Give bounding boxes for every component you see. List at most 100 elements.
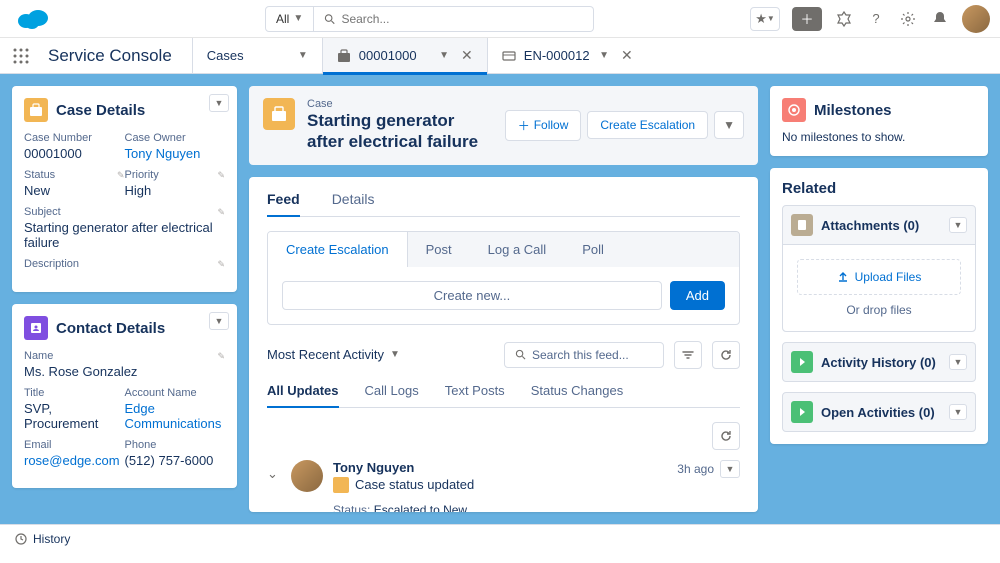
tab-details[interactable]: Details xyxy=(332,191,375,216)
contact-name-value: Ms. Rose Gonzalez xyxy=(24,364,225,379)
filter-text-posts[interactable]: Text Posts xyxy=(445,383,505,407)
close-tab-icon[interactable]: ✕ xyxy=(461,47,473,64)
setup-gear-icon[interactable] xyxy=(834,9,854,29)
composer-tab-create-escalation[interactable]: Create Escalation xyxy=(268,232,408,267)
chevron-down-icon[interactable]: ▼ xyxy=(439,50,449,61)
notifications-icon[interactable] xyxy=(930,9,950,29)
case-icon xyxy=(24,98,48,122)
feed-sort-dropdown[interactable]: Most Recent Activity▼ xyxy=(267,347,400,362)
filter-status-changes[interactable]: Status Changes xyxy=(531,383,624,407)
record-header: Case Starting generator after electrical… xyxy=(249,86,758,165)
search-input[interactable] xyxy=(341,12,583,26)
composer-tab-poll[interactable]: Poll xyxy=(564,232,622,267)
feed-composer: Create Escalation Post Log a Call Poll C… xyxy=(267,231,740,325)
search-scope-dropdown[interactable]: All▼ xyxy=(265,6,314,32)
composer-tab-post[interactable]: Post xyxy=(408,232,470,267)
edit-pencil-icon[interactable]: ✎ xyxy=(217,259,225,270)
settings-icon[interactable] xyxy=(898,9,918,29)
status-change-value: Escalated to New xyxy=(374,503,467,513)
tab-case-00001000[interactable]: 00001000 ▼ ✕ xyxy=(322,38,487,74)
field-label: Phone xyxy=(125,439,226,451)
history-button[interactable]: History xyxy=(33,532,70,546)
search-icon xyxy=(324,13,335,25)
field-label: Account Name xyxy=(125,387,226,399)
help-icon[interactable]: ? xyxy=(866,9,886,29)
attachments-menu[interactable]: ▼ xyxy=(949,217,967,233)
edit-pencil-icon[interactable]: ✎ xyxy=(217,351,225,362)
close-tab-icon[interactable]: ✕ xyxy=(621,47,633,64)
priority-value: High xyxy=(125,183,226,198)
composer-input[interactable]: Create new... xyxy=(282,281,662,310)
tab-feed[interactable]: Feed xyxy=(267,191,300,217)
contact-details-card: ▼ Contact Details Name✎ Ms. Rose Gonzale… xyxy=(12,304,237,488)
subject-value: Starting generator after electrical fail… xyxy=(24,220,225,250)
add-button[interactable]: Add xyxy=(670,281,725,310)
follow-button[interactable]: ＋Follow xyxy=(505,110,582,141)
field-label: Subject✎ xyxy=(24,206,225,218)
record-type-label: Case xyxy=(307,98,493,110)
author-avatar[interactable] xyxy=(291,460,323,492)
drop-hint-text: Or drop files xyxy=(797,303,961,317)
email-link[interactable]: rose@edge.com xyxy=(24,453,125,468)
card-menu-dropdown[interactable]: ▼ xyxy=(209,94,229,112)
case-icon xyxy=(333,477,349,493)
chevron-down-icon[interactable]: ▼ xyxy=(298,50,308,61)
global-header: All▼ ★▼ ＋ ? xyxy=(0,0,1000,38)
feed-refresh-button[interactable] xyxy=(712,341,740,369)
chevron-down-icon[interactable]: ▼ xyxy=(599,50,609,61)
edit-pencil-icon[interactable]: ✎ xyxy=(217,207,225,218)
app-launcher-icon[interactable] xyxy=(12,47,36,65)
tab-entitlement[interactable]: EN-000012 ▼ ✕ xyxy=(487,38,647,74)
card-title: Case Details xyxy=(56,102,145,119)
record-actions-dropdown[interactable]: ▼ xyxy=(714,111,744,139)
feed-timestamp: 3h ago xyxy=(677,462,714,476)
feed-item-menu[interactable]: ▼ xyxy=(720,460,740,478)
open-activities-menu[interactable]: ▼ xyxy=(949,404,967,420)
feed-filter-tabs: All Updates Call Logs Text Posts Status … xyxy=(267,383,740,408)
global-search[interactable] xyxy=(314,6,594,32)
card-menu-dropdown[interactable]: ▼ xyxy=(209,312,229,330)
workspace: ▼ Case Details Case Number 00001000 Case… xyxy=(0,74,1000,524)
create-escalation-button[interactable]: Create Escalation xyxy=(587,111,708,139)
tab-cases[interactable]: Cases ▼ xyxy=(192,38,322,74)
open-activities-title[interactable]: Open Activities (0) xyxy=(821,405,935,420)
phone-value: (512) 757-6000 xyxy=(125,453,226,468)
account-link[interactable]: Edge Communications xyxy=(125,401,226,431)
card-title: Contact Details xyxy=(56,320,165,337)
add-button[interactable]: ＋ xyxy=(792,7,822,31)
field-label: Description✎ xyxy=(24,258,225,270)
utility-bar: History xyxy=(0,524,1000,552)
attachments-title[interactable]: Attachments (0) xyxy=(821,218,919,233)
upload-icon xyxy=(837,271,849,283)
field-label: Name✎ xyxy=(24,350,225,362)
case-icon xyxy=(337,49,351,63)
feed-filter-button[interactable] xyxy=(674,341,702,369)
favorites-button[interactable]: ★▼ xyxy=(750,7,780,31)
case-icon xyxy=(263,98,295,130)
filter-all-updates[interactable]: All Updates xyxy=(267,383,339,408)
field-label: Case Number xyxy=(24,132,125,144)
case-owner-link[interactable]: Tony Nguyen xyxy=(125,146,226,161)
feed-search-input[interactable]: Search this feed... xyxy=(504,342,664,368)
refresh-button[interactable] xyxy=(712,422,740,450)
edit-pencil-icon[interactable]: ✎ xyxy=(217,170,225,181)
edit-pencil-icon[interactable]: ✎ xyxy=(117,170,125,181)
feed-item: ⌄ Tony Nguyen Case status updated 3h ago xyxy=(267,460,740,513)
user-avatar[interactable] xyxy=(962,5,990,33)
related-card: Related Attachments (0) ▼ Upload Files O… xyxy=(770,168,988,444)
filter-call-logs[interactable]: Call Logs xyxy=(365,383,419,407)
composer-tab-log-call[interactable]: Log a Call xyxy=(470,232,565,267)
entitlement-icon xyxy=(502,49,516,63)
feed-action-text: Case status updated xyxy=(355,477,474,492)
expand-chevron-icon[interactable]: ⌄ xyxy=(267,466,281,513)
activity-history-title[interactable]: Activity History (0) xyxy=(821,355,936,370)
activity-history-menu[interactable]: ▼ xyxy=(949,354,967,370)
feed-author-link[interactable]: Tony Nguyen xyxy=(333,460,677,475)
upload-files-button[interactable]: Upload Files xyxy=(797,259,961,295)
record-tabs: Feed Details xyxy=(267,191,740,217)
search-icon xyxy=(515,349,526,360)
open-activities-group: Open Activities (0) ▼ xyxy=(782,392,976,432)
milestones-empty-text: No milestones to show. xyxy=(782,130,976,144)
attachment-icon xyxy=(791,214,813,236)
field-label: Title xyxy=(24,387,125,399)
